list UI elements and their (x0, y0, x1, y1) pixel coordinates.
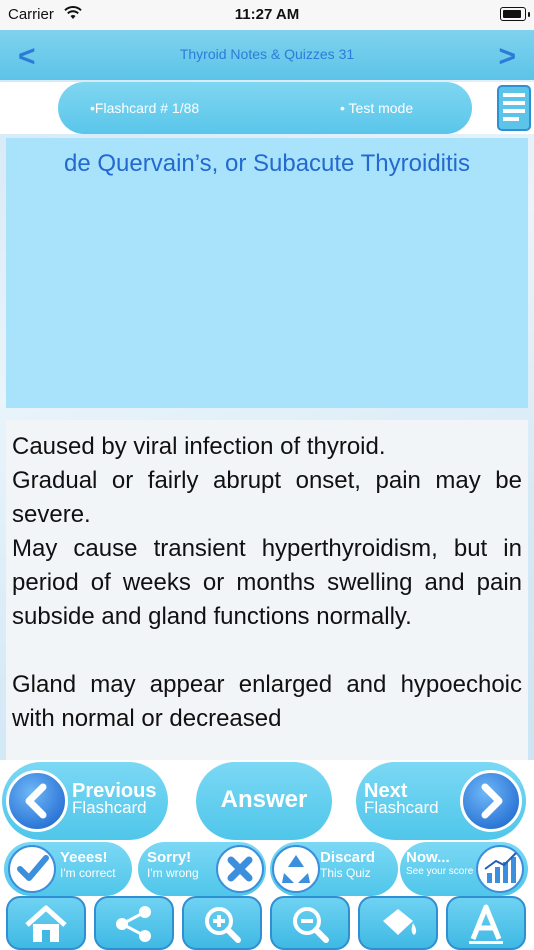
zoom-out-icon (293, 907, 329, 943)
share-button[interactable] (94, 896, 174, 950)
answer-label: Answer (220, 786, 308, 813)
nav-forward-button[interactable]: > (498, 40, 516, 74)
wrong-sub-label: I'm wrong (147, 866, 199, 880)
score-label: Now... (406, 849, 450, 866)
next-arrow-icon[interactable] (460, 770, 522, 832)
zoom-out-button[interactable] (270, 896, 350, 950)
answer-panel[interactable]: Caused by viral infection of thyroid. Gr… (6, 420, 528, 760)
nav-title: Thyroid Notes & Quizzes 31 (179, 46, 355, 62)
wrong-label: Sorry! (147, 849, 192, 866)
flashcard-counter: •Flashcard # 1/88 (90, 100, 200, 116)
list-icon[interactable] (496, 84, 532, 132)
score-sub-label: See your score (406, 866, 474, 877)
paint-bucket-button[interactable] (358, 896, 438, 950)
paint-bucket-icon (383, 909, 417, 935)
bar-chart-icon[interactable] (476, 845, 524, 893)
answer-paragraph: Gland may appear enlarged and hypoechoic… (12, 671, 522, 732)
answer-paragraph: Gradual or fairly abrupt onset, pain may… (12, 467, 522, 528)
battery-tip (528, 12, 530, 17)
battery-icon (500, 7, 526, 21)
next-sub-label: Flashcard (364, 798, 439, 817)
correct-label: Yeees! (60, 849, 108, 866)
test-mode-label[interactable]: • Test mode (340, 100, 413, 116)
status-time: 11:27 AM (234, 6, 300, 23)
correct-sub-label: I'm correct (60, 866, 116, 880)
answer-text: Caused by viral infection of thyroid. Gr… (6, 420, 528, 736)
font-icon (469, 904, 503, 944)
question-panel (6, 138, 528, 408)
answer-paragraph: May cause transient hyperthyroidism, but… (12, 535, 522, 630)
discard-label: Discard (320, 849, 376, 866)
share-icon (116, 906, 151, 942)
checkmark-icon[interactable] (8, 845, 56, 893)
answer-paragraph: Caused by viral infection of thyroid. (12, 433, 386, 460)
recycle-icon[interactable] (272, 845, 320, 893)
discard-sub-label: This Quiz (320, 866, 371, 880)
zoom-in-icon (205, 907, 241, 943)
zoom-in-button[interactable] (182, 896, 262, 950)
home-icon (25, 905, 67, 942)
home-button[interactable] (6, 896, 86, 950)
previous-sub-label: Flashcard (72, 798, 147, 817)
answer-gap (12, 634, 522, 668)
cross-icon[interactable] (216, 845, 264, 893)
previous-arrow-icon[interactable] (6, 770, 68, 832)
font-button[interactable] (446, 896, 526, 950)
question-title: de Quervain’s, or Subacute Thyroiditis (64, 150, 470, 177)
